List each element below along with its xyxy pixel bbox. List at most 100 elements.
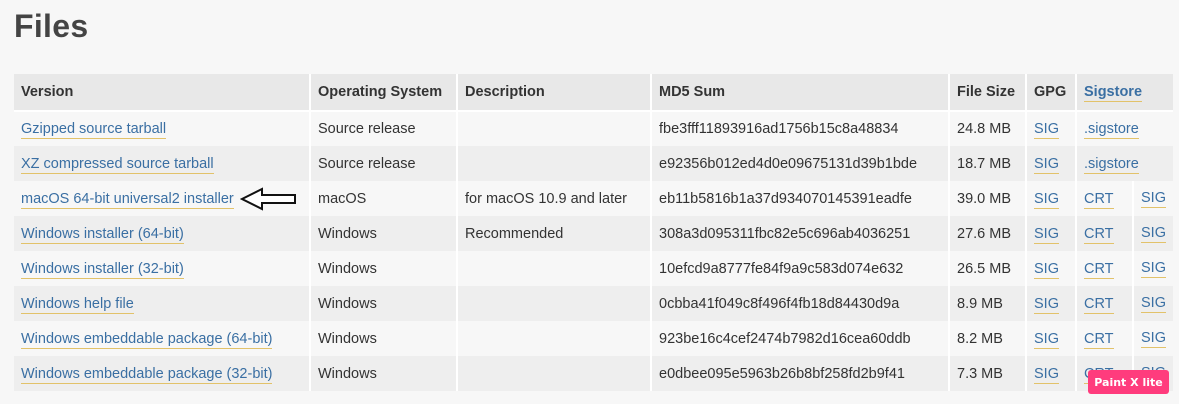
sigstore-cell: CRT SIG	[1076, 216, 1173, 251]
gpg-cell: SIG	[1026, 286, 1077, 321]
download-link[interactable]: macOS 64-bit universal2 installer	[21, 190, 234, 209]
table-row: macOS 64-bit universal2 installer macOS fo…	[14, 181, 1173, 216]
download-link[interactable]: Windows help file	[21, 295, 134, 314]
header-file-size: File Size	[949, 74, 1027, 111]
sigstore-sig-link[interactable]: SIG	[1141, 330, 1166, 348]
gpg-sig-link[interactable]: SIG	[1034, 330, 1059, 349]
file-size-cell: 27.6 MB	[949, 216, 1027, 251]
sigstore-crt-link[interactable]: CRT	[1084, 295, 1114, 314]
md5-cell: 308a3d095311fbc82e5c696ab4036251	[651, 216, 950, 251]
sigstore-cell: .sigstore	[1076, 146, 1173, 181]
files-table: Version Operating System Description MD5…	[14, 74, 1173, 391]
header-gpg: GPG	[1026, 74, 1077, 111]
sigstore-sig-link[interactable]: SIG	[1141, 190, 1166, 208]
cell-divider	[1132, 216, 1134, 251]
table-row: Gzipped source tarball Source release fbe3…	[14, 111, 1173, 146]
gpg-cell: SIG	[1026, 111, 1077, 146]
table-row: XZ compressed source tarball Source relea…	[14, 146, 1173, 181]
table-header-row: Version Operating System Description MD5…	[14, 74, 1173, 111]
description-cell	[457, 321, 652, 356]
gpg-sig-link[interactable]: SIG	[1034, 190, 1059, 209]
sigstore-sig-link[interactable]: SIG	[1141, 260, 1166, 278]
download-link[interactable]: Gzipped source tarball	[21, 121, 167, 139]
sigstore-cell: CRT SIG	[1076, 251, 1173, 286]
gpg-cell: SIG	[1026, 181, 1077, 216]
left-arrow-icon	[240, 187, 296, 211]
cell-divider	[1132, 181, 1134, 216]
watermark-badge: Paint X lite	[1088, 370, 1169, 394]
os-cell: Source release	[310, 111, 458, 146]
sigstore-cell: CRT SIG	[1076, 286, 1173, 321]
version-cell: Windows embeddable package (32-bit)	[14, 356, 311, 391]
sigstore-sig-link[interactable]: SIG	[1141, 225, 1166, 243]
gpg-sig-link[interactable]: SIG	[1034, 225, 1059, 244]
os-cell: Windows	[310, 321, 458, 356]
gpg-sig-link[interactable]: SIG	[1034, 155, 1059, 174]
md5-cell: fbe3fff11893916ad1756b15c8a48834	[651, 111, 950, 146]
gpg-cell: SIG	[1026, 321, 1077, 356]
description-cell	[457, 286, 652, 321]
version-cell: Windows installer (32-bit)	[14, 251, 311, 286]
file-size-cell: 39.0 MB	[949, 181, 1027, 216]
version-cell: Windows embeddable package (64-bit)	[14, 321, 311, 356]
download-link[interactable]: Windows installer (64-bit)	[21, 225, 184, 244]
os-cell: Windows	[310, 251, 458, 286]
description-cell	[457, 251, 652, 286]
description-cell	[457, 356, 652, 391]
md5-cell: e92356b012ed4d0e09675131d39b1bde	[651, 146, 950, 181]
table-row: Windows installer (32-bit) Windows 10efcd9…	[14, 251, 1173, 286]
table-row: Windows embeddable package (64-bit) Windo…	[14, 321, 1173, 356]
sigstore-crt-link[interactable]: CRT	[1084, 260, 1114, 279]
header-md5-sum: MD5 Sum	[651, 74, 950, 111]
gpg-cell: SIG	[1026, 356, 1077, 391]
table-row: Windows embeddable package (32-bit) Windo…	[14, 356, 1173, 391]
gpg-cell: SIG	[1026, 251, 1077, 286]
md5-cell: 923be16c4cef2474b7982d16cea60ddb	[651, 321, 950, 356]
gpg-cell: SIG	[1026, 216, 1077, 251]
sigstore-bundle-link[interactable]: .sigstore	[1084, 155, 1139, 174]
sigstore-crt-link[interactable]: CRT	[1084, 225, 1114, 244]
description-cell: Recommended	[457, 216, 652, 251]
gpg-sig-link[interactable]: SIG	[1034, 260, 1059, 279]
sigstore-sig-link[interactable]: SIG	[1141, 295, 1166, 313]
header-version: Version	[14, 74, 311, 111]
gpg-sig-link[interactable]: SIG	[1034, 365, 1059, 384]
header-sigstore: Sigstore	[1076, 74, 1173, 111]
os-cell: Windows	[310, 286, 458, 321]
gpg-sig-link[interactable]: SIG	[1034, 295, 1059, 314]
header-description: Description	[457, 74, 652, 111]
md5-cell: eb11b5816b1a37d934070145391eadfe	[651, 181, 950, 216]
file-size-cell: 8.9 MB	[949, 286, 1027, 321]
description-cell	[457, 146, 652, 181]
cell-divider	[1132, 321, 1134, 356]
sigstore-header-link[interactable]: Sigstore	[1084, 84, 1143, 102]
download-link[interactable]: Windows embeddable package (32-bit)	[21, 365, 273, 384]
description-cell: for macOS 10.9 and later	[457, 181, 652, 216]
sigstore-crt-link[interactable]: CRT	[1084, 330, 1114, 349]
md5-cell: e0dbee095e5963b26b8bf258fd2b9f41	[651, 356, 950, 391]
file-size-cell: 8.2 MB	[949, 321, 1027, 356]
version-cell: Windows installer (64-bit)	[14, 216, 311, 251]
sigstore-cell: CRT SIG	[1076, 181, 1173, 216]
download-link[interactable]: Windows installer (32-bit)	[21, 260, 184, 279]
file-size-cell: 26.5 MB	[949, 251, 1027, 286]
md5-cell: 0cbba41f049c8f496f4fb18d84430d9a	[651, 286, 950, 321]
os-cell: Source release	[310, 146, 458, 181]
description-cell	[457, 111, 652, 146]
file-size-cell: 24.8 MB	[949, 111, 1027, 146]
os-cell: macOS	[310, 181, 458, 216]
version-cell: Gzipped source tarball	[14, 111, 311, 146]
gpg-sig-link[interactable]: SIG	[1034, 121, 1059, 139]
sigstore-cell: .sigstore	[1076, 111, 1173, 146]
md5-cell: 10efcd9a8777fe84f9a9c583d074e632	[651, 251, 950, 286]
page-title: Files	[14, 8, 89, 44]
download-link[interactable]: Windows embeddable package (64-bit)	[21, 330, 273, 349]
download-link[interactable]: XZ compressed source tarball	[21, 155, 214, 174]
gpg-cell: SIG	[1026, 146, 1077, 181]
header-operating-system: Operating System	[310, 74, 458, 111]
os-cell: Windows	[310, 356, 458, 391]
file-size-cell: 7.3 MB	[949, 356, 1027, 391]
sigstore-bundle-link[interactable]: .sigstore	[1084, 121, 1139, 139]
sigstore-crt-link[interactable]: CRT	[1084, 190, 1114, 209]
os-cell: Windows	[310, 216, 458, 251]
